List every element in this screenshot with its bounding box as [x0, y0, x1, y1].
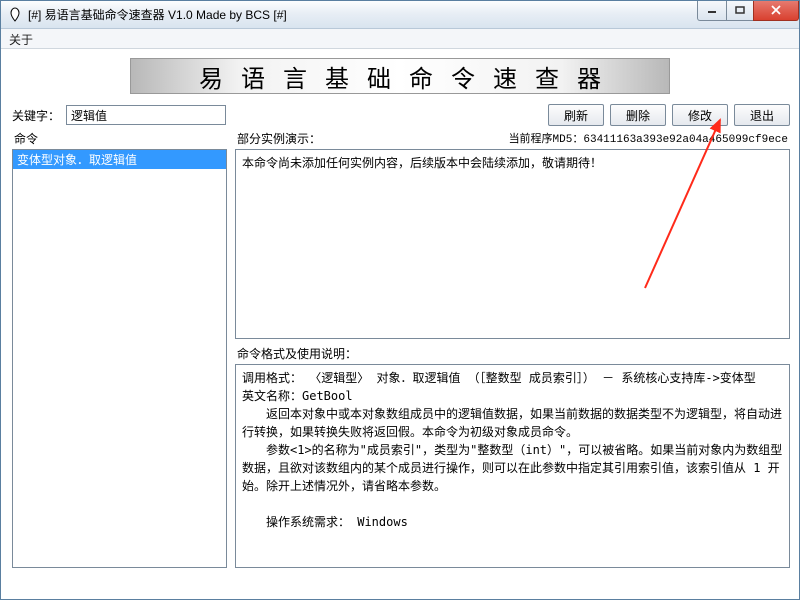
format-line [242, 495, 783, 513]
menubar: 关于 [1, 29, 799, 49]
app-icon [7, 7, 23, 23]
minimize-button[interactable] [697, 1, 727, 21]
delete-button[interactable]: 删除 [610, 104, 666, 126]
maximize-button[interactable] [726, 1, 754, 21]
menu-about[interactable]: 关于 [9, 33, 33, 47]
keyword-label: 关键字： [12, 107, 60, 124]
demo-header-row: 部分实例演示： 当前程序MD5：63411163a393e92a04a46509… [235, 128, 790, 149]
format-line: 调用格式： 〈逻辑型〉 对象．取逻辑值 （［整数型 成员索引］） － 系统核心支… [242, 369, 783, 387]
window-controls [698, 1, 799, 21]
main-window: [#] 易语言基础命令速查器 V1.0 Made by BCS [#] 关于 易… [0, 0, 800, 600]
format-line: 英文名称：GetBool [242, 387, 783, 405]
command-listbox[interactable]: 变体型对象．取逻辑值 [12, 149, 227, 568]
window-title: [#] 易语言基础命令速查器 V1.0 Made by BCS [#] [28, 6, 698, 23]
right-column: 部分实例演示： 当前程序MD5：63411163a393e92a04a46509… [235, 128, 790, 568]
list-item[interactable]: 变体型对象．取逻辑值 [13, 150, 226, 169]
command-list-label: 命令 [14, 130, 227, 147]
modify-button[interactable]: 修改 [672, 104, 728, 126]
body-columns: 命令 变体型对象．取逻辑值 部分实例演示： 当前程序MD5：63411163a3… [2, 128, 798, 576]
format-textarea[interactable]: 调用格式： 〈逻辑型〉 对象．取逻辑值 （［整数型 成员索引］） － 系统核心支… [235, 364, 790, 568]
refresh-button[interactable]: 刷新 [548, 104, 604, 126]
left-column: 命令 变体型对象．取逻辑值 [12, 128, 227, 568]
exit-button[interactable]: 退出 [734, 104, 790, 126]
format-line: 操作系统需求： Windows [242, 513, 783, 531]
demo-textarea[interactable]: 本命令尚未添加任何实例内容，后续版本中会陆续添加，敬请期待！ [235, 149, 790, 339]
format-label: 命令格式及使用说明： [237, 345, 790, 362]
md5-text: 当前程序MD5：63411163a393e92a04a465099cf9ece [321, 130, 788, 147]
toolbar-row: 关键字： 刷新 删除 修改 退出 [2, 100, 798, 128]
close-button[interactable] [753, 1, 799, 21]
format-line: 返回本对象中或本对象数组成员中的逻辑值数据，如果当前数据的数据类型不为逻辑型，将… [242, 405, 783, 441]
banner-title: 易语言基础命令速查器 [130, 58, 670, 94]
keyword-input[interactable] [66, 105, 226, 125]
demo-label: 部分实例演示： [237, 130, 321, 147]
content-area: 易语言基础命令速查器 关键字： 刷新 删除 修改 退出 命令 变体型对象．取逻辑… [2, 50, 798, 598]
format-line: 参数<1>的名称为"成员索引"，类型为"整数型（int）"，可以被省略。如果当前… [242, 441, 783, 495]
titlebar: [#] 易语言基础命令速查器 V1.0 Made by BCS [#] [1, 1, 799, 29]
